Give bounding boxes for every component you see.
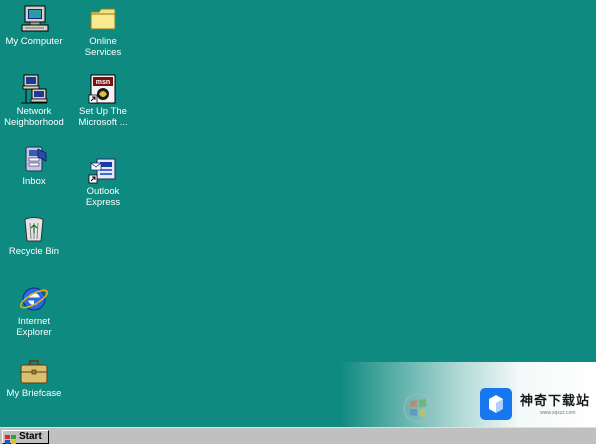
msn-icon: msn (87, 73, 119, 105)
desktop-icon-label: Internet Explorer (16, 316, 52, 338)
start-button[interactable]: Start (2, 430, 49, 444)
watermark-badge: 神奇下载站 www.sqxzz.com (470, 384, 592, 424)
internet-explorer-icon (18, 283, 50, 315)
network-icon (18, 73, 50, 105)
desktop-icon-my-computer[interactable]: My Computer (0, 3, 68, 47)
watermark-logo-icon (480, 388, 512, 420)
desktop-icon-label: Network Neighborhood (4, 106, 64, 128)
desktop-icon-label: Outlook Express (85, 186, 121, 208)
start-label: Start (19, 431, 42, 442)
inbox-icon (18, 143, 50, 175)
desktop-icon-label: My Briefcase (6, 388, 62, 399)
desktop-icon-label: Inbox (22, 176, 46, 187)
desktop-icon-label: My Computer (5, 36, 63, 47)
desktop-icon-label: Set Up The Microsoft ... (78, 106, 128, 128)
windows-logo-watermark-icon (398, 392, 458, 424)
computer-icon (18, 3, 50, 35)
outlook-express-icon (87, 153, 119, 185)
watermark-url: www.sqxzz.com (540, 410, 576, 416)
desktop-icon-online-services[interactable]: Online Services (69, 3, 137, 58)
desktop-icon-setup-msn[interactable]: msn Set Up The Microsoft ... (69, 73, 137, 128)
watermark-title: 神奇下载站 (520, 393, 591, 408)
desktop-icon-inbox[interactable]: Inbox (0, 143, 68, 187)
windows-flag-icon (5, 432, 17, 444)
svg-text:msn: msn (96, 79, 110, 86)
taskbar: Start (0, 427, 596, 444)
folder-icon (87, 3, 119, 35)
recycle-bin-icon (18, 213, 50, 245)
desktop-icon-label: Online Services (84, 36, 122, 58)
desktop-icon-recycle-bin[interactable]: Recycle Bin (0, 213, 68, 257)
desktop[interactable]: My Computer Online Services Network Neig… (0, 0, 596, 427)
desktop-icon-internet-explorer[interactable]: Internet Explorer (0, 283, 68, 338)
desktop-icon-my-briefcase[interactable]: My Briefcase (0, 355, 68, 399)
desktop-icon-outlook-express[interactable]: Outlook Express (69, 153, 137, 208)
desktop-icon-network-neighborhood[interactable]: Network Neighborhood (0, 73, 68, 128)
briefcase-icon (18, 355, 50, 387)
desktop-icon-label: Recycle Bin (8, 246, 60, 257)
